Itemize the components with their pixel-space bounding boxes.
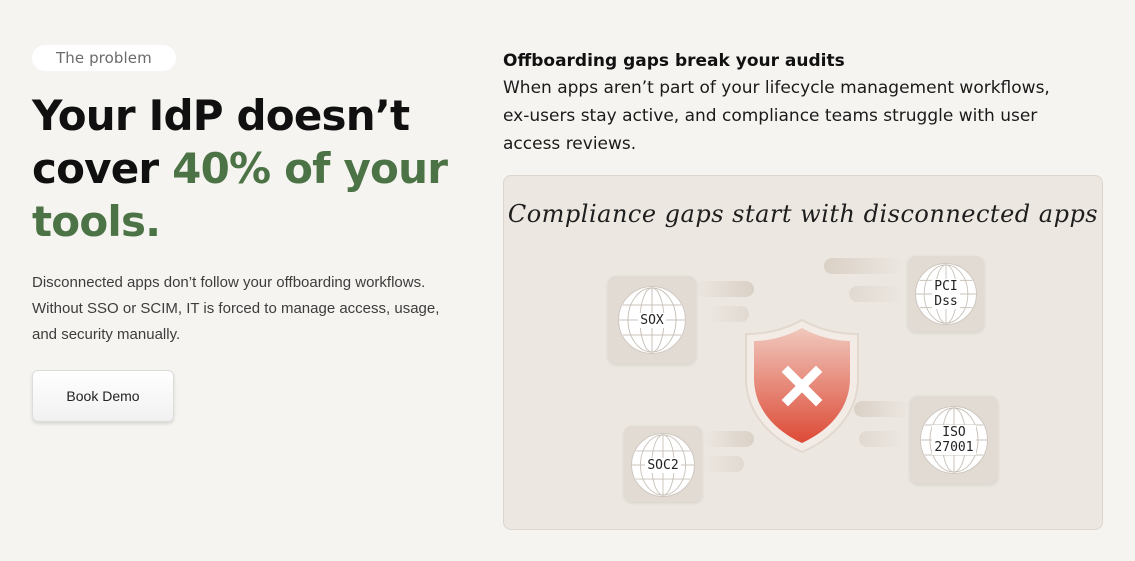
sox-label: SOX [638,312,666,328]
globe-icon: PCI Dss [915,263,977,325]
intro-section: The problem Your IdP doesn’t cover 40% o… [32,45,472,422]
book-demo-button[interactable]: Book Demo [32,370,174,422]
soc2-label: SOC2 [645,457,681,473]
audit-title: Offboarding gaps break your audits [503,51,845,71]
iso-27001-label: ISO 27001 [932,425,976,455]
shield-x-icon [745,318,859,454]
illustration-caption: Compliance gaps start with disconnected … [507,200,1099,228]
pci-dss-badge: PCI Dss [908,256,984,332]
globe-icon: ISO 27001 [920,406,988,474]
soc2-badge: SOC2 [624,426,702,502]
streak-decoration [824,258,904,274]
iso-27001-badge: ISO 27001 [910,396,998,484]
section-pill: The problem [32,45,176,71]
compliance-illustration: Compliance gaps start with disconnected … [503,175,1103,530]
audit-section: Offboarding gaps break your audits When … [503,50,1103,158]
sox-badge: SOX [608,276,696,364]
page-headline: Your IdP doesn’t cover 40% of your tools… [32,89,472,248]
streak-decoration [704,456,744,472]
pci-dss-label: PCI Dss [932,279,960,309]
globe-icon: SOX [618,286,686,354]
audit-description: When apps aren’t part of your lifecycle … [503,78,1050,154]
streak-decoration [849,286,904,302]
globe-icon: SOC2 [631,433,695,497]
intro-body: Disconnected apps don’t follow your offb… [32,274,440,343]
streak-decoration [694,281,754,297]
streak-decoration [859,431,904,447]
streak-decoration [854,401,909,417]
